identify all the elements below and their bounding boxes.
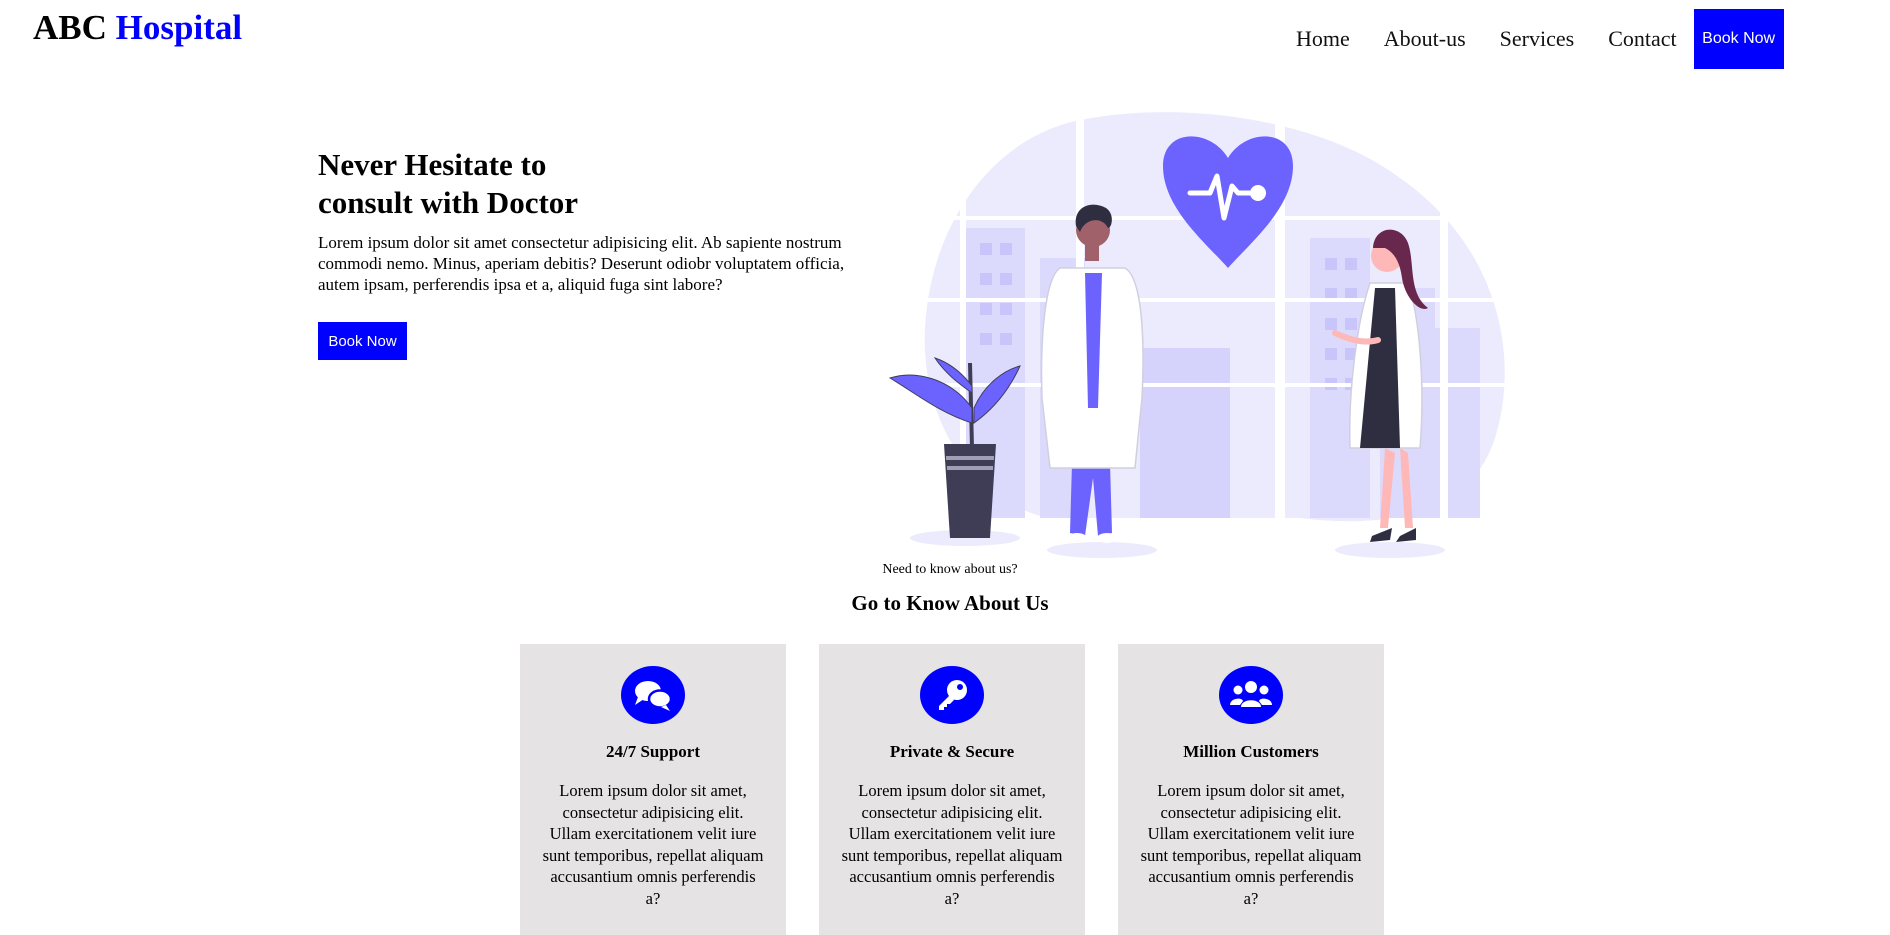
hero-section: Never Hesitate to consult with Doctor Lo… (318, 146, 878, 295)
doctors-illustration (888, 108, 1505, 558)
card-text: Lorem ipsum dolor sit amet, consectetur … (841, 781, 1063, 908)
hero-book-now-button[interactable]: Book Now (318, 322, 407, 360)
card-text: Lorem ipsum dolor sit amet, consectetur … (542, 781, 764, 908)
card-text: Lorem ipsum dolor sit amet, consectetur … (1140, 781, 1362, 908)
feature-cards: 24/7 Support Lorem ipsum dolor sit amet,… (520, 644, 1417, 935)
about-title: Go to Know About Us (851, 591, 1049, 615)
site-header: ABC Hospital Home About-us Services Cont… (0, 0, 1890, 80)
main-nav: Home About-us Services Contact Book Now (1296, 9, 1784, 69)
about-kicker: Need to know about us? (882, 562, 1018, 577)
nav-home-link[interactable]: Home (1296, 9, 1350, 69)
site-logo[interactable]: ABC Hospital (33, 8, 242, 48)
chat-bubbles-icon (621, 666, 685, 724)
users-icon (1219, 666, 1283, 724)
logo-text: ABC (33, 8, 107, 47)
hero-description: Lorem ipsum dolor sit amet consectetur a… (318, 233, 845, 294)
feature-card-security: Private & Secure Lorem ipsum dolor sit a… (819, 644, 1085, 935)
card-title: Million Customers (1183, 742, 1319, 761)
header-book-now-button[interactable]: Book Now (1693, 9, 1784, 69)
feature-card-support: 24/7 Support Lorem ipsum dolor sit amet,… (520, 644, 786, 935)
nav-services-link[interactable]: Services (1500, 9, 1575, 69)
key-icon (920, 666, 984, 724)
logo-accent-text: Hospital (115, 8, 243, 47)
nav-about-link[interactable]: About-us (1384, 9, 1466, 69)
card-title: Private & Secure (889, 742, 1015, 761)
hero-title: Never Hesitate to consult with Doctor (318, 147, 579, 220)
nav-contact-link[interactable]: Contact (1608, 9, 1676, 69)
feature-card-customers: Million Customers Lorem ipsum dolor sit … (1118, 644, 1384, 935)
card-title: 24/7 Support (606, 742, 700, 761)
